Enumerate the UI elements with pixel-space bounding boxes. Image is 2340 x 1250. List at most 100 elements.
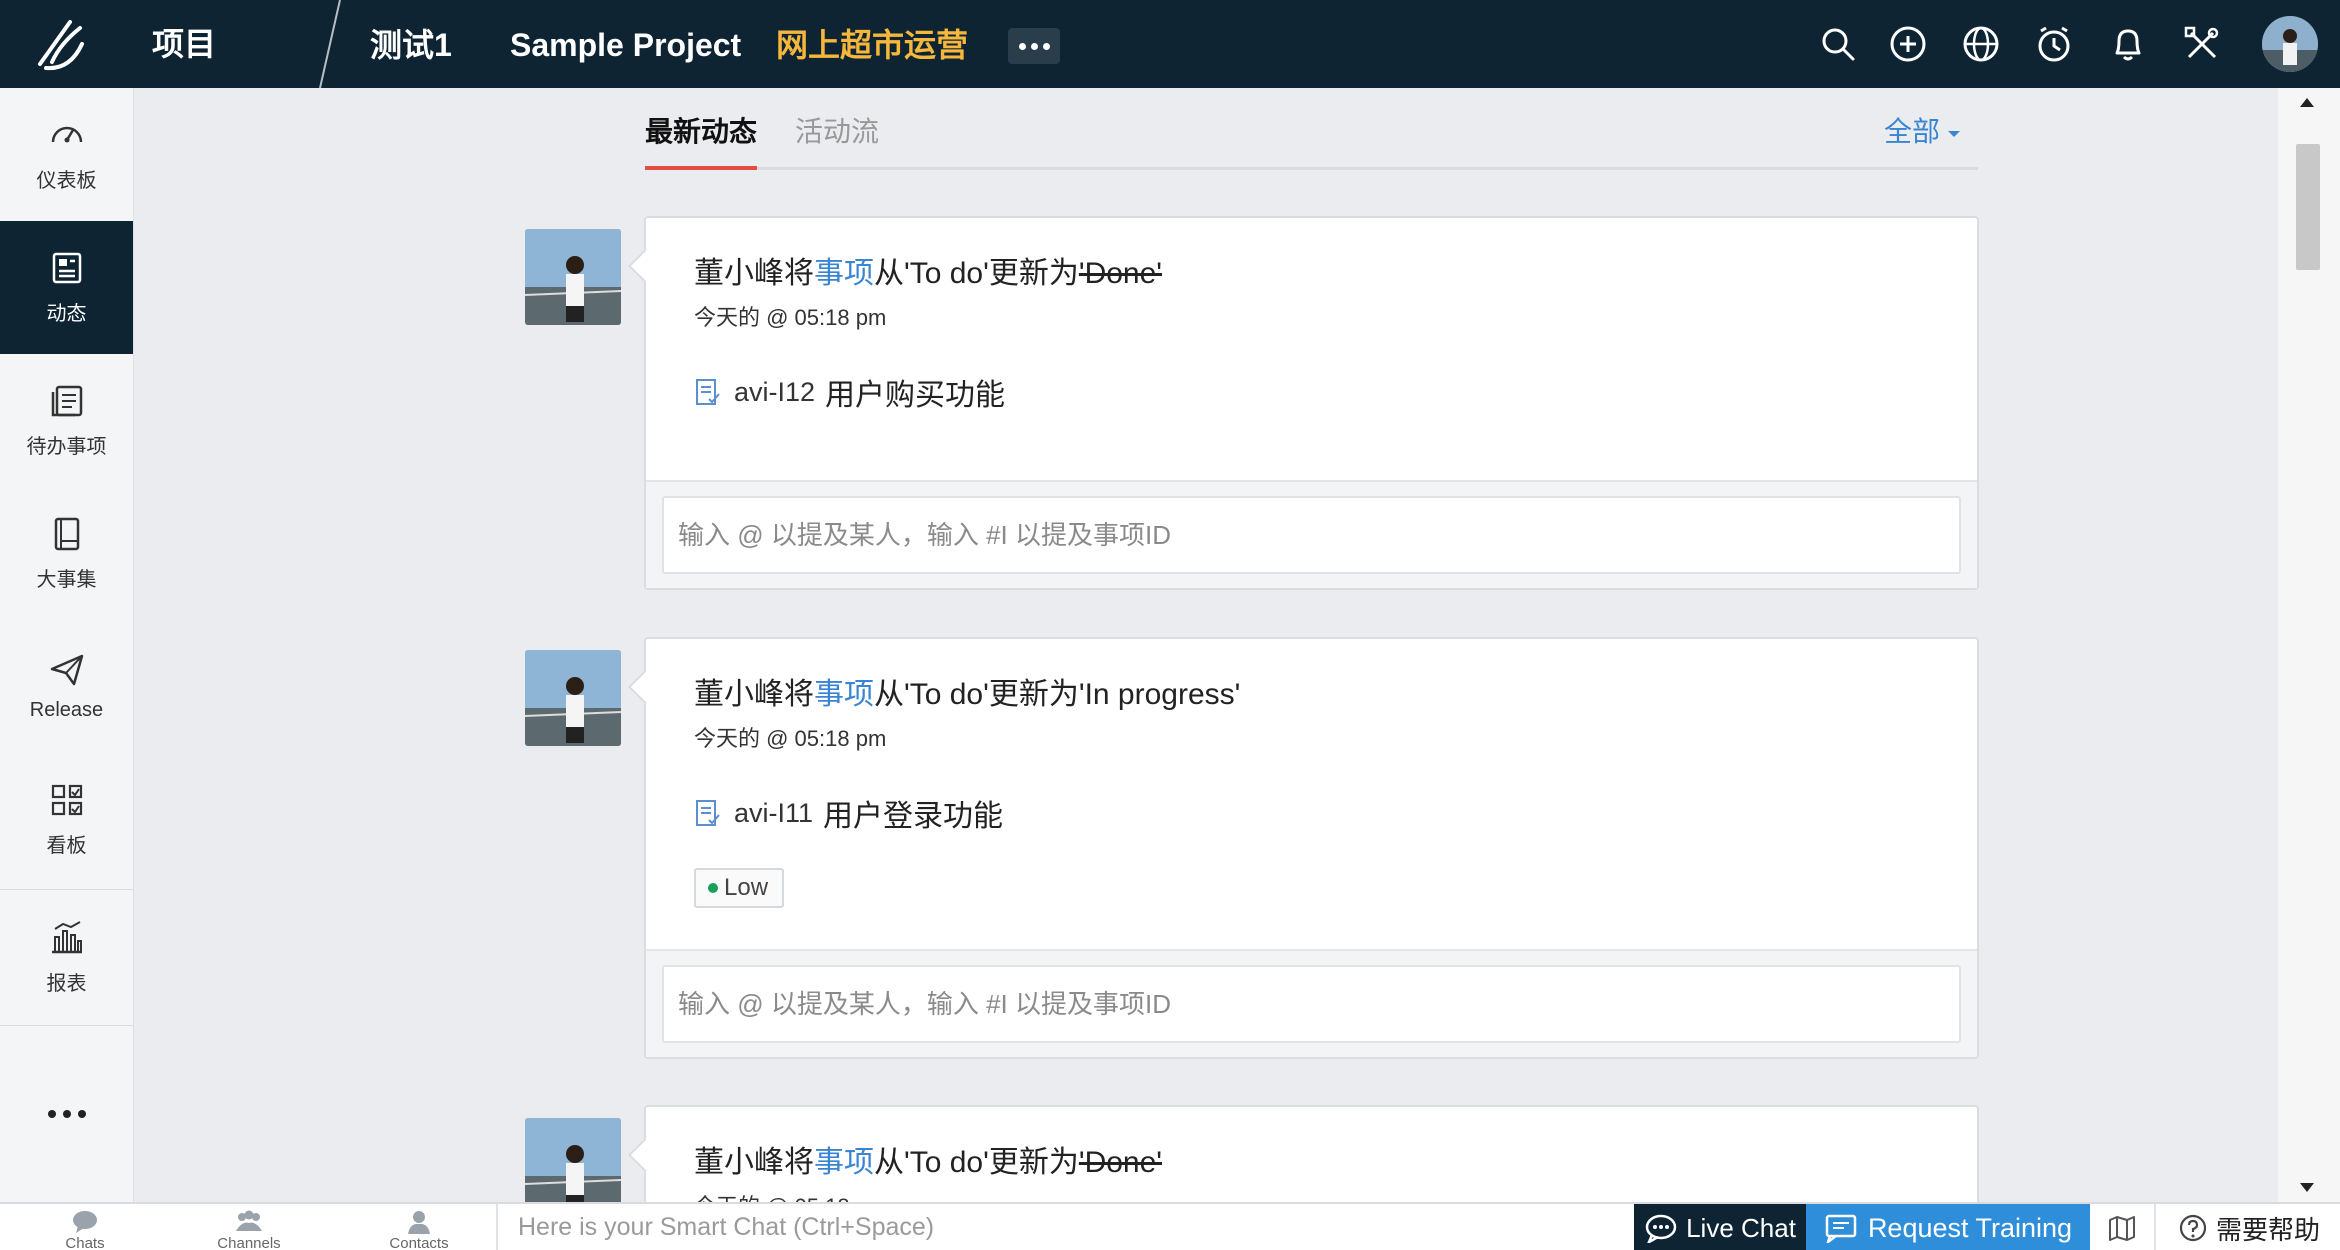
activity-user-avatar[interactable]: [525, 229, 621, 325]
activity-entity-link[interactable]: 事项: [814, 1146, 874, 1179]
map-button[interactable]: [2090, 1204, 2156, 1250]
release-icon: [50, 654, 83, 686]
activity-verb: 将: [784, 678, 814, 711]
training-icon: [1825, 1214, 1857, 1243]
comment-area: [646, 949, 1977, 1057]
bell-icon[interactable]: [2106, 22, 2150, 66]
activity-timestamp: 今天的 @ 05:18 pm: [694, 305, 887, 330]
item-id: avi-I11: [734, 797, 814, 828]
sidebar-divider: [0, 1025, 133, 1026]
sidebar-item-label: 看板: [46, 835, 87, 857]
dashboard-icon: [51, 126, 82, 143]
tab-activity-stream[interactable]: 活动流: [795, 110, 879, 166]
activity-user[interactable]: 董小峰: [694, 1146, 784, 1179]
board-icon: [51, 784, 82, 816]
item-id: avi-I12: [734, 376, 816, 407]
contacts-label: Contacts: [389, 1235, 449, 1250]
globe-icon[interactable]: [1959, 22, 2003, 66]
activity-user[interactable]: 董小峰: [694, 257, 784, 290]
activity-verb: 将: [784, 1146, 814, 1179]
scrollbar[interactable]: [2278, 88, 2340, 1202]
activity-title: 董小峰将事项从'To do'更新为'Done': [694, 248, 1162, 292]
live-chat-icon: [1645, 1214, 1677, 1243]
activity-user[interactable]: 董小峰: [694, 678, 784, 711]
activity-title: 董小峰将事项从'To do'更新为'In progress': [694, 669, 1240, 713]
contact-icon: [408, 1211, 430, 1234]
scrollbar-thumb[interactable]: [2296, 144, 2320, 270]
sidebar-item-dashboard[interactable]: 仪表板: [0, 88, 133, 221]
sidebar-item-backlog[interactable]: 待办事项: [0, 354, 133, 487]
activity-new-status: 'Done': [1078, 1146, 1163, 1179]
divider-slash: [319, 0, 341, 88]
activity-new-status: 'In progress': [1078, 678, 1241, 711]
report-icon: [51, 921, 82, 954]
comment-input[interactable]: [662, 496, 1961, 574]
item-name-link[interactable]: 用户登录功能: [823, 791, 1003, 835]
filter-dropdown[interactable]: 全部: [1884, 110, 1960, 150]
activity-entity-link[interactable]: 事项: [814, 257, 874, 290]
sidebar-item-epics[interactable]: 大事集: [0, 487, 133, 620]
top-navigation-bar: 项目 测试1 Sample Project 网上超市运营: [0, 0, 2340, 88]
comment-input[interactable]: [662, 965, 1961, 1043]
sidebar-item-label: 待办事项: [26, 436, 107, 458]
comment-area: [646, 480, 1977, 588]
item-name-link[interactable]: 用户购买功能: [825, 370, 1005, 414]
timer-icon[interactable]: [2032, 22, 2076, 66]
request-training-label: Request Training: [1867, 1212, 2073, 1243]
filter-label: 全部: [1883, 116, 1940, 147]
backlog-icon: [51, 385, 82, 417]
sidebar-more-button[interactable]: [0, 1074, 133, 1154]
bottom-bar: Chats Channels Contacts Live Chat Reques…: [0, 1202, 2340, 1250]
question-icon: [2179, 1214, 2207, 1242]
smart-chat-input[interactable]: [496, 1204, 1634, 1250]
sidebar-item-label: 大事集: [36, 569, 97, 591]
help-button[interactable]: 需要帮助: [2158, 1204, 2340, 1250]
feed-tabs: 最新动态 活动流 全部: [645, 100, 1978, 170]
sidebar-item-label: 仪表板: [36, 170, 97, 192]
live-chat-button[interactable]: Live Chat: [1634, 1204, 1806, 1250]
request-training-button[interactable]: Request Training: [1806, 1204, 2090, 1250]
channels-button[interactable]: Channels: [164, 1204, 334, 1250]
epic-icon: [54, 517, 79, 551]
sidebar-item-release[interactable]: Release: [0, 620, 133, 753]
activity-user-avatar[interactable]: [525, 650, 621, 746]
app-logo-icon[interactable]: [0, 0, 120, 88]
activity-item[interactable]: avi-I11 用户登录功能: [694, 791, 1003, 835]
tools-icon[interactable]: [2180, 22, 2224, 66]
project-tab-sample-project[interactable]: Sample Project: [510, 0, 741, 88]
map-icon: [2109, 1216, 2135, 1241]
activity-user-avatar[interactable]: [525, 1118, 621, 1214]
user-avatar[interactable]: [2262, 16, 2318, 72]
chats-label: Chats: [65, 1235, 105, 1250]
activity-change-text: 从'To do'更新为: [874, 1146, 1079, 1179]
activity-verb: 将: [784, 257, 814, 290]
help-label: 需要帮助: [2215, 1214, 2320, 1245]
activity-change-text: 从'To do'更新为: [874, 257, 1079, 290]
sidebar-item-board[interactable]: 看板: [0, 753, 133, 886]
contacts-button[interactable]: Contacts: [334, 1204, 504, 1250]
chats-button[interactable]: Chats: [0, 1204, 170, 1250]
activity-card: 董小峰将事项从'To do'更新为'In progress' 今天的 @ 05:…: [644, 637, 1979, 1059]
group-icon: [236, 1210, 262, 1231]
issue-icon: [696, 800, 720, 826]
add-icon[interactable]: [1886, 22, 1930, 66]
sidebar-item-feed[interactable]: 动态: [0, 221, 133, 354]
priority-dot-icon: [708, 883, 718, 893]
chevron-down-icon: [1948, 130, 1960, 137]
project-tab-online-supermarket[interactable]: 网上超市运营: [776, 0, 968, 88]
project-tab-test1[interactable]: 测试1: [370, 0, 452, 88]
scroll-up-icon[interactable]: [2300, 98, 2314, 107]
projects-label[interactable]: 项目: [152, 0, 216, 88]
more-projects-button[interactable]: [1008, 28, 1060, 64]
channels-label: Channels: [217, 1235, 281, 1250]
sidebar: 仪表板 动态 待办事项 大事集 Release 看板 报表: [0, 88, 134, 1202]
sidebar-item-reports[interactable]: 报表: [0, 891, 133, 1024]
activity-entity-link[interactable]: 事项: [814, 678, 874, 711]
sidebar-item-label: Release: [29, 699, 104, 721]
scroll-down-icon[interactable]: [2300, 1183, 2314, 1192]
search-icon[interactable]: [1816, 22, 1860, 66]
tab-latest-updates[interactable]: 最新动态: [645, 110, 758, 170]
activity-item[interactable]: avi-I12 用户购买功能: [694, 370, 1005, 414]
activity-title: 董小峰将事项从'To do'更新为'Done': [694, 1137, 1162, 1181]
activity-card: 董小峰将事项从'To do'更新为'Done' 今天的 @ 05:18 pm a…: [644, 216, 1979, 590]
